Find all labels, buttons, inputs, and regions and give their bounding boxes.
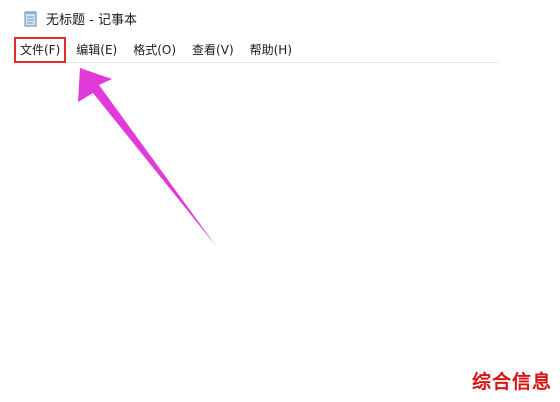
menu-format[interactable]: 格式(O): [129, 39, 180, 61]
menu-file[interactable]: 文件(F): [13, 37, 67, 63]
watermark-text: 综合信息: [471, 371, 552, 393]
window-title: 无标题 - 记事本: [46, 12, 137, 28]
notepad-icon: [24, 10, 38, 27]
menu-bar: 文件(F) 编辑(E) 格式(O) 查看(V) 帮助(H): [13, 37, 498, 63]
menu-view[interactable]: 查看(V): [188, 39, 238, 61]
notepad-window: 无标题 - 记事本 文件(F) 编辑(E) 格式(O) 查看(V) 帮助(H) …: [0, 0, 560, 402]
text-editing-area[interactable]: [16, 63, 498, 383]
title-bar: 无标题 - 记事本: [0, 0, 500, 36]
menu-help[interactable]: 帮助(H): [246, 39, 296, 61]
menu-edit[interactable]: 编辑(E): [72, 39, 121, 61]
